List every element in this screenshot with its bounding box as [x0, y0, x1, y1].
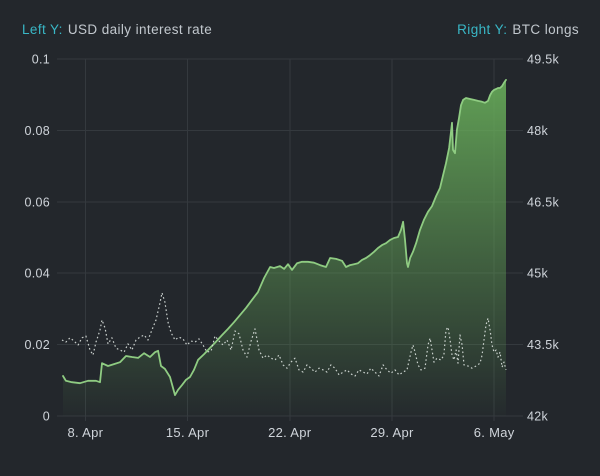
right-axis-description: BTC longs: [512, 22, 579, 37]
right-axis-title: Right Y: BTC longs: [457, 22, 579, 37]
dual-axis-chart-widget: 0.1 0.08 0.06 0.04 0.02 0 49.5k 48k 46.5k 45k 43.5…: [0, 0, 600, 476]
left-axis-description: USD daily interest rate: [68, 22, 212, 37]
right-axis-key: Right Y:: [457, 22, 507, 37]
svg-text:46.5k: 46.5k: [527, 195, 560, 209]
svg-text:48k: 48k: [527, 124, 549, 138]
svg-text:15. Apr: 15. Apr: [166, 425, 210, 440]
svg-text:6. May: 6. May: [474, 425, 515, 440]
right-axis-tick-labels: 49.5k 48k 46.5k 45k 43.5k 42k: [527, 53, 560, 424]
svg-text:42k: 42k: [527, 410, 549, 424]
x-axis-tick-labels: 8. Apr 15. Apr 22. Apr 29. Apr 6. May: [67, 425, 514, 440]
chart-header: Left Y: USD daily interest rate Right Y: B…: [22, 22, 579, 37]
svg-text:0.06: 0.06: [24, 195, 50, 209]
svg-text:0: 0: [43, 410, 50, 424]
svg-text:43.5k: 43.5k: [527, 338, 560, 352]
svg-text:8. Apr: 8. Apr: [67, 425, 103, 440]
chart-plot-area[interactable]: 0.1 0.08 0.06 0.04 0.02 0 49.5k 48k 46.5k 45k 43.5…: [0, 0, 600, 476]
svg-text:22. Apr: 22. Apr: [268, 425, 312, 440]
svg-text:0.02: 0.02: [24, 338, 50, 352]
svg-text:45k: 45k: [527, 267, 549, 281]
left-axis-tick-labels: 0.1 0.08 0.06 0.04 0.02 0: [24, 53, 50, 424]
left-axis-title: Left Y: USD daily interest rate: [22, 22, 212, 37]
svg-text:0.1: 0.1: [32, 53, 50, 67]
svg-text:0.04: 0.04: [24, 267, 50, 281]
left-axis-key: Left Y:: [22, 22, 63, 37]
svg-text:0.08: 0.08: [24, 124, 50, 138]
svg-text:49.5k: 49.5k: [527, 53, 560, 67]
svg-text:29. Apr: 29. Apr: [370, 425, 414, 440]
